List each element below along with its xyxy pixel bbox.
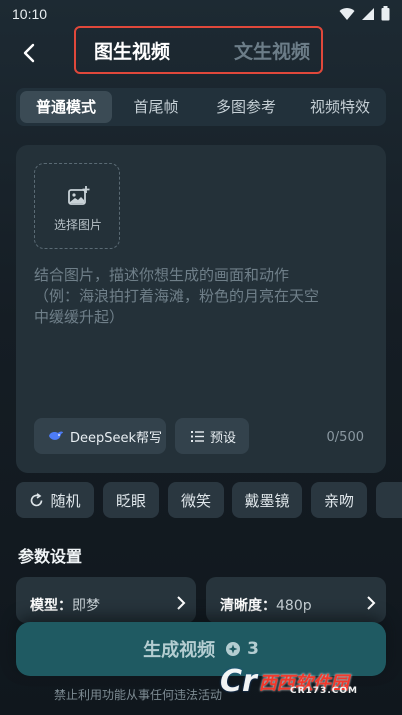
prompt-card: 选择图片 结合图片，描述你想生成的画面和动作 （例：海浪拍打着海滩，粉色的月亮在… [16, 145, 386, 473]
credit-cost: 3 [225, 639, 259, 659]
watermark-sub: CR173.COM [290, 686, 358, 696]
resolution-label: 清晰度：480p [220, 595, 312, 615]
model-selector[interactable]: 模型：即梦 [16, 577, 196, 623]
chip-sunglasses[interactable]: 戴墨镜 [232, 482, 302, 518]
mode-switch: 图生视频 文生视频 [74, 26, 323, 74]
deepseek-whale-icon [48, 430, 64, 442]
status-icons [339, 6, 390, 21]
wifi-icon [339, 7, 355, 20]
chip-kiss[interactable]: 亲吻 [311, 482, 367, 518]
prompt-input[interactable]: 结合图片，描述你想生成的画面和动作 （例：海浪拍打着海滩，粉色的月亮在天空 中缓… [34, 265, 374, 328]
chip-blink[interactable]: 眨眼 [103, 482, 159, 518]
chip-smile[interactable]: 微笑 [168, 482, 224, 518]
site-watermark-logo: Cr 西西软件园 CR173.COM [220, 664, 386, 700]
deepseek-assist-label: DeepSeek帮写 [70, 430, 163, 446]
status-time: 10:10 [12, 6, 48, 22]
params-title: 参数设置 [18, 547, 83, 566]
select-image-button[interactable]: 选择图片 [34, 163, 120, 249]
deepseek-assist-button[interactable]: DeepSeek帮写 [34, 418, 166, 454]
chip-random[interactable]: 随机 [16, 482, 94, 518]
action-chips: 随机 眨眼 微笑 戴墨镜 亲吻 [16, 482, 402, 520]
resolution-value: 480p [276, 598, 312, 614]
refresh-icon [31, 492, 43, 506]
watermark-mark: Cr [220, 664, 257, 699]
subtab-normal-mode[interactable]: 普通模式 [20, 91, 112, 123]
credit-cost-value: 3 [247, 639, 259, 659]
resolution-selector[interactable]: 清晰度：480p [206, 577, 386, 623]
prompt-placeholder-line-2: （例：海浪拍打着海滩，粉色的月亮在天空 [34, 287, 320, 305]
resolution-label-text: 清晰度： [220, 598, 276, 614]
preset-label: 预设 [210, 430, 237, 446]
list-icon [191, 430, 204, 442]
signal-icon [362, 7, 374, 20]
prompt-placeholder-line-3: 中缓缓升起） [34, 308, 125, 326]
subtab-video-effects[interactable]: 视频特效 [296, 88, 384, 126]
preset-button[interactable]: 预设 [175, 418, 249, 454]
subtab-multi-image[interactable]: 多图参考 [200, 88, 292, 126]
back-arrow-icon [23, 43, 35, 63]
subtab-first-last-frame[interactable]: 首尾帧 [116, 88, 196, 126]
mode-subtabs: 普通模式 首尾帧 多图参考 视频特效 [16, 88, 386, 126]
select-image-label: 选择图片 [53, 218, 102, 232]
char-counter: 0/500 [326, 430, 364, 445]
model-value: 即梦 [72, 598, 100, 614]
prompt-placeholder-line-1: 结合图片，描述你想生成的画面和动作 [34, 266, 290, 284]
back-button[interactable] [14, 38, 44, 68]
add-image-icon [68, 186, 90, 205]
battery-icon [381, 6, 390, 21]
credit-coin-icon [226, 642, 241, 656]
chevron-right-icon [367, 596, 376, 610]
tab-image-to-video[interactable]: 图生视频 [94, 37, 170, 64]
model-label-text: 模型： [30, 598, 72, 614]
header: 图生视频 文生视频 [0, 26, 402, 74]
generate-video-label: 生成视频 [143, 640, 216, 661]
model-label: 模型：即梦 [30, 595, 100, 615]
chip-random-label: 随机 [50, 491, 81, 510]
chevron-right-icon [177, 596, 186, 610]
tab-text-to-video[interactable]: 文生视频 [234, 37, 310, 64]
chip-more[interactable] [376, 482, 402, 518]
